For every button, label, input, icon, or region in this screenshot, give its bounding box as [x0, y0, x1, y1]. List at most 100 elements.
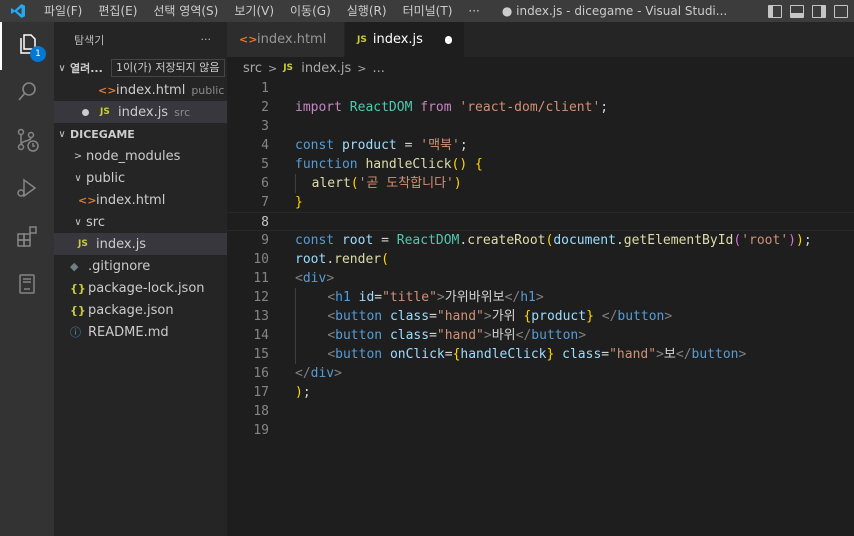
- toggle-panel-icon[interactable]: [790, 4, 804, 18]
- code-line[interactable]: 9 const root = ReactDOM.createRoot(docume…: [227, 231, 854, 250]
- breadcrumb-folder[interactable]: src: [243, 61, 262, 76]
- tree-item-readme[interactable]: ⓘ README.md: [54, 321, 227, 343]
- open-editor-name: index.html: [116, 82, 186, 98]
- source-control-activity[interactable]: [0, 118, 54, 166]
- tree-item-label: src: [86, 214, 105, 230]
- code-text[interactable]: <h1 id="title">가위바위보</h1>: [295, 288, 544, 307]
- tab-index-js[interactable]: JS index.js: [345, 22, 465, 57]
- menu-terminal[interactable]: 터미널(T): [395, 0, 461, 22]
- html-file-icon: <>: [78, 193, 97, 207]
- js-file-icon: JS: [78, 239, 88, 249]
- menu-view[interactable]: 보기(V): [226, 0, 282, 22]
- code-text[interactable]: import ReactDOM from 'react-dom/client';: [295, 98, 608, 117]
- code-line[interactable]: 16 </div>: [227, 364, 854, 383]
- tab-index-html[interactable]: <> index.html: [227, 22, 345, 57]
- code-line[interactable]: 19: [227, 421, 854, 440]
- layout-controls: [768, 4, 854, 18]
- line-number: 2: [261, 100, 269, 115]
- tree-item-public[interactable]: ∨ public: [54, 167, 227, 189]
- code-line[interactable]: 7}: [227, 193, 854, 212]
- tree-item-label: package.json: [88, 302, 174, 318]
- sidebar-more-actions[interactable]: ···: [201, 33, 212, 46]
- code-line[interactable]: 11 <div>: [227, 269, 854, 288]
- line-number: 7: [261, 195, 269, 210]
- code-editor[interactable]: 1 2 import ReactDOM from 'react-dom/client…: [227, 79, 854, 536]
- line-number: 3: [261, 119, 269, 134]
- code-text[interactable]: <button class="hand">바위</button>: [295, 326, 586, 345]
- run-debug-activity[interactable]: [0, 166, 54, 214]
- tree-item-src[interactable]: ∨ src: [54, 211, 227, 233]
- line-number: 13: [253, 309, 269, 324]
- code-line[interactable]: 15 <button onClick={handleClick} class="…: [227, 345, 854, 364]
- code-text[interactable]: <div>: [295, 269, 334, 288]
- code-line[interactable]: 6 alert('곧 도착합니다'): [227, 174, 854, 193]
- vscode-logo-icon: [0, 0, 36, 22]
- open-editors-section[interactable]: ∨ 열려... 1이(가) 저장되지 않음: [54, 57, 227, 79]
- tree-item-label: index.html: [96, 192, 166, 208]
- line-number: 6: [261, 176, 269, 191]
- unsaved-count-badge: 1: [30, 46, 46, 62]
- line-number: 18: [253, 404, 269, 419]
- tree-item-index-js[interactable]: JS index.js: [54, 233, 227, 255]
- code-text[interactable]: }: [295, 193, 303, 212]
- code-text[interactable]: alert('곧 도착합니다'): [295, 174, 462, 193]
- tree-item-index-html[interactable]: <> index.html: [54, 189, 227, 211]
- menu-file[interactable]: 파일(F): [36, 0, 90, 22]
- toggle-sidebar-icon[interactable]: [768, 4, 782, 18]
- title-bar: 파일(F) 편집(E) 선택 영역(S) 보기(V) 이동(G) 실행(R) 터…: [0, 0, 854, 22]
- project-section[interactable]: ∨ DICEGAME: [54, 123, 227, 145]
- open-editor-item[interactable]: <> index.html public: [54, 79, 227, 101]
- menu-more[interactable]: ···: [460, 0, 487, 22]
- code-text[interactable]: );: [295, 383, 311, 402]
- tree-item-gitignore[interactable]: ◆ .gitignore: [54, 255, 227, 277]
- sidebar-title: 탐색기: [74, 33, 105, 47]
- breadcrumb-symbol[interactable]: ...: [373, 61, 385, 76]
- unsaved-tooltip: 1이(가) 저장되지 않음: [111, 59, 225, 77]
- tree-item-node-modules[interactable]: > node_modules: [54, 145, 227, 167]
- remote-explorer-activity[interactable]: [0, 262, 54, 310]
- code-line[interactable]: 10 root.render(: [227, 250, 854, 269]
- line-number: 17: [253, 385, 269, 400]
- menu-selection[interactable]: 선택 영역(S): [145, 0, 226, 22]
- code-line[interactable]: 18: [227, 402, 854, 421]
- extensions-activity[interactable]: [0, 214, 54, 262]
- code-text[interactable]: <button class="hand">가위 {product} </butt…: [295, 307, 672, 326]
- code-line[interactable]: 4 const product = '맥북';: [227, 136, 854, 155]
- line-number: 12: [253, 290, 269, 305]
- code-text[interactable]: </div>: [295, 364, 342, 383]
- tree-item-package-json[interactable]: {} package.json: [54, 299, 227, 321]
- code-text[interactable]: function handleClick() {: [295, 155, 483, 174]
- open-editor-item[interactable]: JS index.js src: [54, 101, 227, 123]
- explorer-activity[interactable]: 1: [0, 22, 54, 70]
- code-line[interactable]: 14 <button class="hand">바위</button>: [227, 326, 854, 345]
- search-activity[interactable]: [0, 70, 54, 118]
- line-number: 5: [261, 157, 269, 172]
- explorer-sidebar: 탐색기 ··· ∨ 열려... 1이(가) 저장되지 않음 <> index.h…: [54, 22, 227, 536]
- code-line[interactable]: 5 function handleClick() {: [227, 155, 854, 174]
- code-line[interactable]: 13 <button class="hand">가위 {product} </b…: [227, 307, 854, 326]
- menu-go[interactable]: 이동(G): [282, 0, 339, 22]
- code-line[interactable]: 17);: [227, 383, 854, 402]
- code-text[interactable]: const root = ReactDOM.createRoot(documen…: [295, 231, 812, 250]
- open-editors-label: 열려...: [70, 62, 103, 75]
- breadcrumb-file[interactable]: index.js: [301, 61, 351, 76]
- chevron-down-icon: ∨: [58, 62, 66, 74]
- code-text[interactable]: <button onClick={handleClick} class="han…: [295, 345, 746, 364]
- code-line[interactable]: 12 <h1 id="title">가위바위보</h1>: [227, 288, 854, 307]
- code-text[interactable]: const product = '맥북';: [295, 136, 468, 155]
- modified-dot-icon[interactable]: [82, 108, 89, 116]
- menu-run[interactable]: 실행(R): [339, 0, 395, 22]
- menu-edit[interactable]: 편집(E): [90, 0, 145, 22]
- customize-layout-icon[interactable]: [834, 4, 848, 18]
- toggle-secondary-sidebar-icon[interactable]: [812, 4, 826, 18]
- code-line[interactable]: 3: [227, 117, 854, 136]
- code-line[interactable]: 2 import ReactDOM from 'react-dom/client'…: [227, 98, 854, 117]
- js-file-icon: JS: [357, 34, 367, 45]
- chevron-right-icon: >: [73, 150, 83, 162]
- tree-item-label: node_modules: [86, 148, 181, 164]
- code-line[interactable]: 1: [227, 79, 854, 98]
- unsaved-dot-icon[interactable]: [444, 35, 452, 44]
- tree-item-package-lock[interactable]: {} package-lock.json: [54, 277, 227, 299]
- code-line[interactable]: 8: [227, 212, 854, 231]
- code-text[interactable]: root.render(: [295, 250, 389, 269]
